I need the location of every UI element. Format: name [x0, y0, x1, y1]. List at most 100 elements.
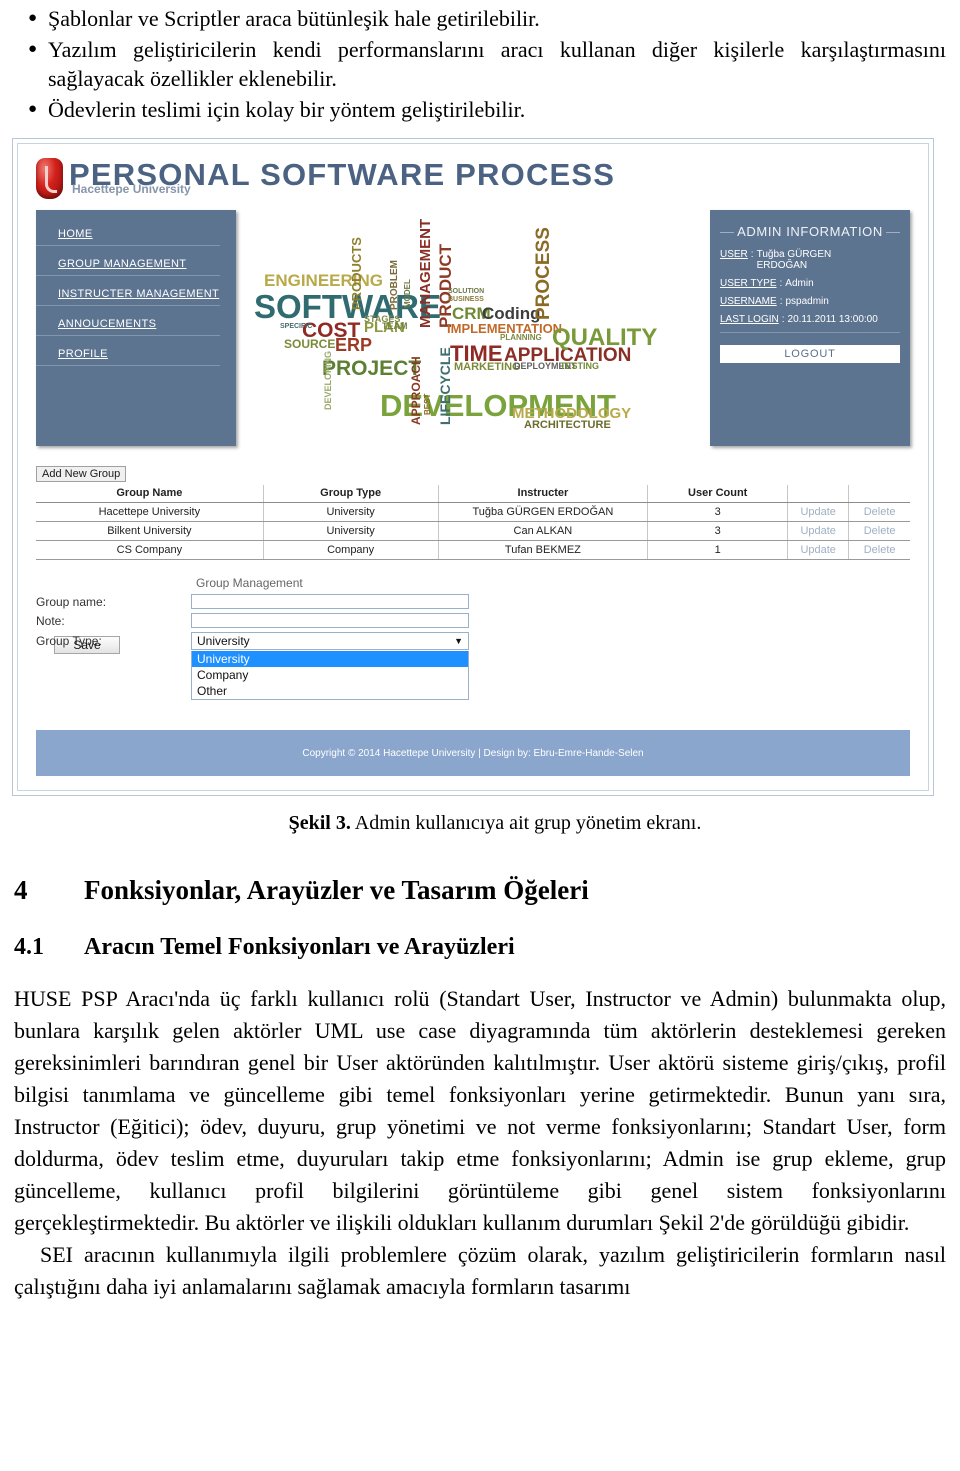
- info-value: Tuğba GÜRGEN ERDOĞAN: [756, 249, 832, 271]
- cell-instructer: Can ALKAN: [438, 521, 649, 541]
- section-heading-4: 4 Fonksiyonlar, Arayüzler ve Tasarım Öğe…: [0, 875, 960, 906]
- figure-caption-text: Admin kullanıcıya ait grup yönetim ekran…: [350, 812, 702, 834]
- bullet-text: Şablonlar ve Scriptler araca bütünleşik …: [48, 6, 540, 31]
- bullet-list: ● Şablonlar ve Scriptler araca bütünleşi…: [0, 0, 960, 124]
- info-separator: :: [750, 249, 754, 260]
- label-group-name: Group name:: [36, 594, 107, 609]
- bullet-marker-icon: ●: [28, 41, 38, 57]
- word-cloud-term: TEAM: [382, 321, 408, 331]
- info-label: USER: [720, 249, 748, 260]
- bullet-text: Yazılım geliştiricilerin kendi performan…: [48, 37, 946, 91]
- table-row: Hacettepe University University Tuğba GÜ…: [36, 502, 910, 522]
- word-cloud-term: MODEL: [403, 279, 412, 308]
- section-title: Fonksiyonlar, Arayüzler ve Tasarım Öğele…: [84, 875, 589, 905]
- word-cloud-term: DEVELOPING: [323, 350, 333, 410]
- list-item: ● Ödevlerin teslimi için kolay bir yönte…: [14, 95, 946, 124]
- column-header-group-type: Group Type: [263, 485, 439, 503]
- column-header-instructer: Instructer: [438, 485, 649, 503]
- cell-user-count: 3: [647, 521, 789, 541]
- word-cloud-term: APPROACH: [409, 356, 423, 425]
- sidebar-item-instructer-management[interactable]: INSTRUCTER MANAGEMENT: [36, 288, 220, 306]
- info-label: USERNAME: [720, 296, 777, 307]
- info-value: 20.11.2011 13:00:00: [787, 314, 878, 325]
- info-row-last-login: LAST LOGIN : 20.11.2011 13:00:00: [720, 314, 900, 325]
- section-heading-4-1: 4.1 Aracın Temel Fonksiyonları ve Arayüz…: [0, 934, 960, 961]
- admin-information-panel: ADMIN INFORMATION USER : Tuğba GÜRGEN ER…: [710, 210, 910, 446]
- table-header-row: Group Name Group Type Instructer User Co…: [36, 485, 910, 503]
- subsection-title: Aracın Temel Fonksiyonları ve Arayüzleri: [84, 934, 515, 960]
- group-management-form: Group Management Group name: Note: Group…: [18, 560, 928, 710]
- add-new-group-button[interactable]: Add New Group: [36, 466, 127, 482]
- word-cloud-term: LIFECYCLE: [437, 347, 453, 425]
- panel-title: ADMIN INFORMATION: [720, 224, 900, 239]
- list-item: ● Şablonlar ve Scriptler araca bütünleşi…: [14, 4, 946, 33]
- sidebar-item-annoucements[interactable]: ANNOUCEMENTS: [36, 318, 220, 336]
- app-subtitle: Hacettepe University: [72, 182, 191, 196]
- word-cloud-term: ARCHITECTURE: [524, 419, 611, 431]
- brand: PERSONAL SOFTWARE PROCESS Hacettepe Univ…: [69, 158, 615, 197]
- word-cloud-term: SOLUTION: [448, 288, 485, 295]
- word-cloud-term: ERP: [335, 335, 373, 355]
- word-cloud-term: BUSINESS: [448, 296, 484, 303]
- form-title: Group Management: [196, 576, 303, 590]
- figure-caption: Şekil 3. Admin kullanıcıya ait grup yöne…: [0, 812, 960, 835]
- word-cloud-term: PLANNING: [500, 333, 542, 342]
- note-input[interactable]: [191, 613, 469, 628]
- word-cloud-term: SPECIFIC: [280, 323, 313, 330]
- divider: [720, 332, 900, 333]
- label-group-type: Group Type:: [36, 634, 102, 648]
- delete-link[interactable]: Delete: [848, 521, 910, 541]
- update-link[interactable]: Update: [787, 502, 850, 522]
- group-name-input[interactable]: [191, 594, 469, 609]
- bullet-text: Ödevlerin teslimi için kolay bir yöntem …: [48, 97, 526, 122]
- delete-link[interactable]: Delete: [848, 502, 910, 522]
- field-row-note: Note:: [36, 613, 910, 628]
- app-footer: Copyright © 2014 Hacettepe University | …: [36, 730, 910, 776]
- cell-user-count: 1: [647, 540, 789, 560]
- bullet-marker-icon: ●: [28, 101, 38, 117]
- subsection-number: 4.1: [14, 934, 44, 960]
- figure-screenshot: PERSONAL SOFTWARE PROCESS Hacettepe Univ…: [12, 138, 934, 796]
- cell-group-name: CS Company: [36, 540, 264, 560]
- word-cloud-term: ENGINEERING: [264, 271, 384, 290]
- column-header-update: [787, 485, 850, 503]
- label-note: Note:: [36, 613, 65, 628]
- cell-group-type: Company: [263, 540, 439, 560]
- table-row: Bilkent University University Can ALKAN …: [36, 521, 910, 541]
- psp-web-application: PERSONAL SOFTWARE PROCESS Hacettepe Univ…: [17, 143, 929, 791]
- word-cloud-term: BEST: [423, 393, 432, 415]
- cell-group-type: University: [263, 502, 439, 522]
- body-paragraph-2: SEI aracının kullanımıyla ilgili problem…: [14, 1242, 946, 1299]
- list-item: ● Yazılım geliştiricilerin kendi perform…: [14, 35, 946, 93]
- info-row-username: USERNAME : pspadmin: [720, 296, 900, 307]
- group-type-select[interactable]: University ▼: [191, 632, 469, 650]
- sidebar-item-home[interactable]: HOME: [36, 228, 220, 246]
- app-header: PERSONAL SOFTWARE PROCESS Hacettepe Univ…: [18, 144, 928, 210]
- info-label: LAST LOGIN: [720, 314, 779, 325]
- sidebar-item-profile[interactable]: PROFILE: [36, 348, 220, 366]
- info-separator: :: [779, 278, 783, 289]
- cell-group-name: Hacettepe University: [36, 502, 264, 522]
- logout-button[interactable]: LOGOUT: [720, 345, 900, 363]
- dropdown-option-company[interactable]: Company: [192, 667, 468, 683]
- hacettepe-shield-icon: [36, 158, 63, 199]
- dropdown-option-university[interactable]: University: [192, 651, 468, 667]
- info-row-user-type: USER TYPE : Admin: [720, 278, 900, 289]
- bullet-marker-icon: ●: [28, 10, 38, 26]
- update-link[interactable]: Update: [787, 521, 850, 541]
- sidebar-item-group-management[interactable]: GROUP MANAGEMENT: [36, 258, 220, 276]
- dropdown-option-other[interactable]: Other: [192, 683, 468, 699]
- word-cloud-term: PROCESS: [533, 227, 554, 320]
- group-type-dropdown-options[interactable]: University Company Other: [191, 651, 469, 700]
- cell-user-count: 3: [647, 502, 789, 522]
- field-row-group-type: Group Type: University ▼: [36, 632, 910, 650]
- info-separator: :: [779, 296, 783, 307]
- field-row-group-name: Group name:: [36, 594, 910, 609]
- table-row: CS Company Company Tufan BEKMEZ 1 Update…: [36, 540, 910, 560]
- word-cloud-term: MANAGEMENT: [417, 218, 434, 328]
- word-cloud-term: Coding: [482, 304, 541, 323]
- delete-link[interactable]: Delete: [848, 540, 910, 560]
- update-link[interactable]: Update: [787, 540, 850, 560]
- info-separator: :: [781, 314, 785, 325]
- cell-instructer: Tuğba GÜRGEN ERDOĞAN: [438, 502, 649, 522]
